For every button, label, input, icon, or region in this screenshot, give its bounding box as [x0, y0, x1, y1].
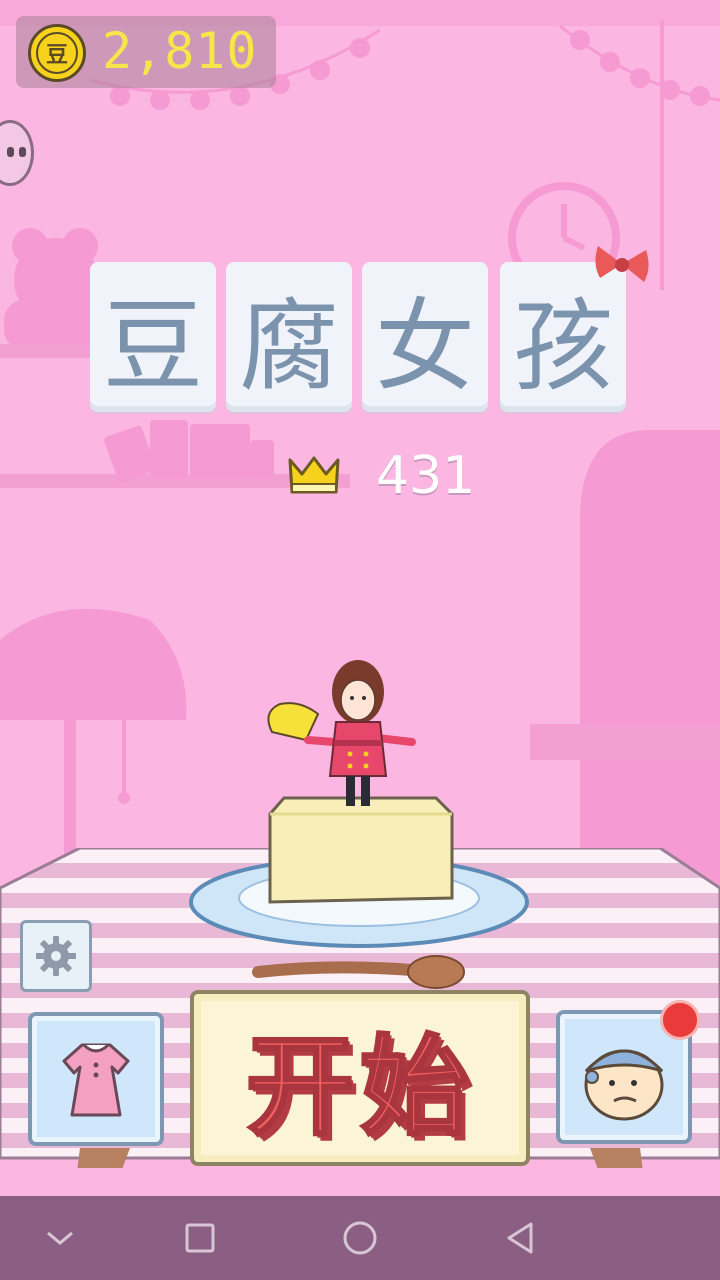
dress-icon: [62, 1043, 130, 1117]
nav-hide-button[interactable]: [34, 1212, 86, 1264]
coin-symbol: 豆: [36, 32, 78, 74]
system-nav-bar: [0, 1196, 720, 1280]
nav-back-button[interactable]: [494, 1212, 546, 1264]
bow-icon: [595, 246, 649, 282]
gear-icon: [36, 936, 76, 976]
tofu-girl-character: [267, 660, 416, 806]
chevron-down-icon: [47, 1231, 73, 1245]
nav-recents-button[interactable]: [174, 1212, 226, 1264]
title-tile-1: 豆: [90, 262, 216, 412]
start-button[interactable]: 开始: [190, 990, 530, 1166]
start-label: 开始: [244, 1024, 474, 1152]
notification-dot: [660, 1000, 700, 1040]
chef-face-icon: [584, 1049, 664, 1121]
coin-icon: 豆: [28, 24, 86, 82]
wardrobe-button[interactable]: [28, 1012, 164, 1146]
crown-icon: [288, 456, 340, 494]
nav-home-button[interactable]: [334, 1212, 386, 1264]
square-icon: [185, 1223, 215, 1253]
best-score: 431: [376, 446, 476, 506]
settings-button[interactable]: [20, 920, 92, 992]
title-tile-3: 女: [362, 262, 488, 412]
coin-count: 2,810: [102, 22, 258, 80]
title-tile-2: 腐: [226, 262, 352, 412]
back-triangle-icon: [507, 1222, 533, 1254]
circle-icon: [343, 1221, 377, 1255]
